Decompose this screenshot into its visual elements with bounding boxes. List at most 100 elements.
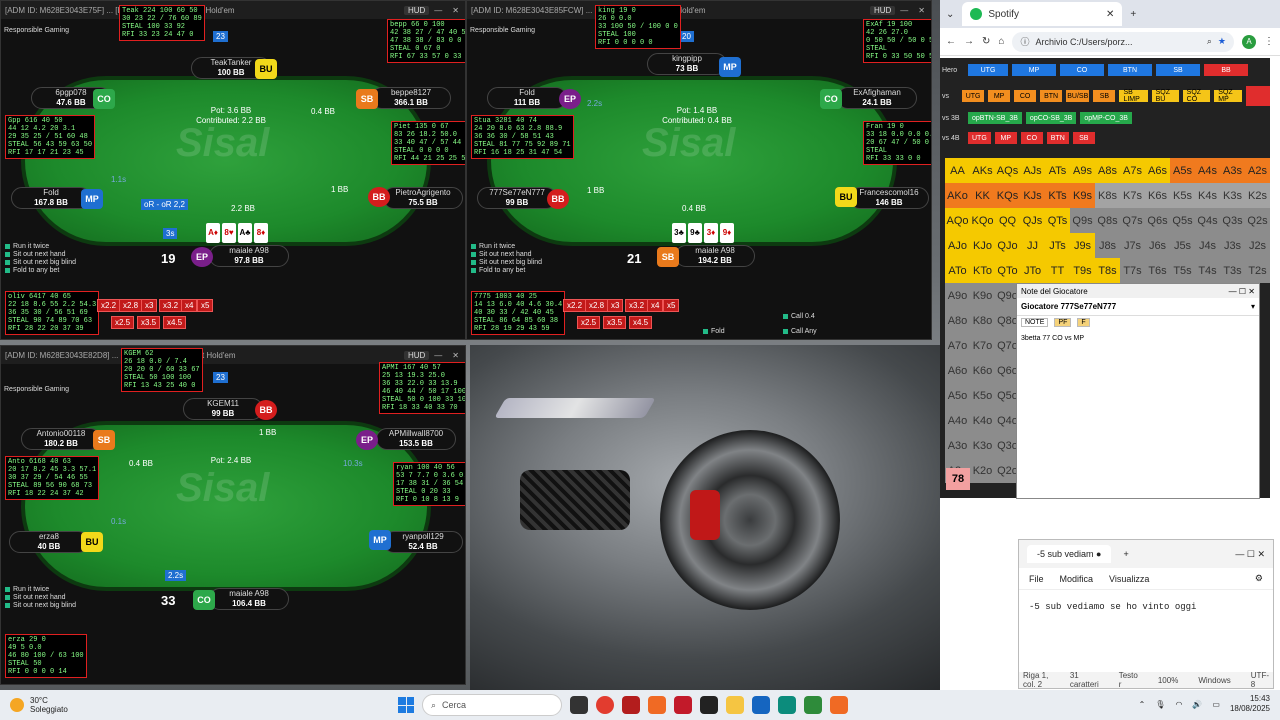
vs4b-button[interactable]: UTG (968, 132, 991, 144)
hand-cell[interactable]: A8o (945, 308, 970, 333)
sizing-button[interactable]: x4 (647, 299, 664, 312)
hand-cell[interactable]: A3s (1220, 158, 1245, 183)
mic-icon[interactable]: 🎙 (1155, 700, 1165, 709)
player-seat[interactable]: APMillwall8700 153.5 BB (376, 428, 456, 450)
player-notes-window[interactable]: Note del Giocatore — ☐ ✕ Giocatore 777Se7… (1016, 283, 1260, 499)
sizing-button[interactable]: x5 (663, 299, 680, 312)
menu-file[interactable]: File (1029, 574, 1044, 584)
hand-cell[interactable]: Q9s (1070, 208, 1095, 233)
hand-cell[interactable]: K7o (970, 333, 995, 358)
close-icon[interactable]: ✕ (452, 6, 459, 15)
table-titlebar[interactable]: [ADM ID: M628E3043E75F] ... [HHK]Hybris … (1, 1, 465, 19)
hud-stats[interactable]: Gpp 616 40 50 44 12 4.2 20 3.1 29 35 25 … (5, 115, 96, 159)
hand-cell[interactable]: QJs (1020, 208, 1045, 233)
table-options[interactable]: Run it twice Sit out next hand Sit out nex… (471, 243, 542, 275)
hand-cell[interactable]: J5s (1170, 233, 1195, 258)
close-icon[interactable]: ✕ (1248, 287, 1255, 296)
hand-cell[interactable]: A8s (1095, 158, 1120, 183)
hand-cell[interactable]: K5s (1170, 183, 1195, 208)
tab-pf[interactable]: PF (1054, 318, 1072, 327)
hand-cell[interactable]: A7o (945, 333, 970, 358)
hand-cell[interactable]: K4o (970, 408, 995, 433)
hand-cell[interactable]: A9s (1070, 158, 1095, 183)
sizing-button[interactable]: x2.2 (97, 299, 121, 312)
hand-cell[interactable]: K2o (970, 458, 995, 483)
hand-cell[interactable]: AJs (1020, 158, 1045, 183)
hand-cell[interactable]: KJs (1020, 183, 1045, 208)
responsible-gaming-link[interactable]: Responsible Gaming (4, 386, 69, 393)
hand-cell[interactable]: J2s (1245, 233, 1270, 258)
hand-cell[interactable]: A5s (1170, 158, 1195, 183)
address-bar[interactable]: ⓘ Archivio C:/Users/porz... ⌕ ★ (1012, 31, 1234, 52)
hud-stats[interactable]: 7775 1803 40 25 14 13 6.0 40 4.6 30.4 40… (471, 291, 566, 335)
hand-cell[interactable]: K5o (970, 383, 995, 408)
hand-cell[interactable]: T3s (1220, 258, 1245, 283)
sizing-button[interactable]: x2.2 (563, 299, 587, 312)
hud-stats[interactable]: oliv 6417 40 65 22 18 8.6 55 2.2 54.3 36… (5, 291, 100, 335)
hud-stats[interactable]: Piet 135 0 67 83 26 18.2 50.0 33 40 47 /… (391, 121, 465, 165)
vs-button[interactable]: SQZ BU (1151, 89, 1179, 103)
hand-cell[interactable]: AJo (945, 233, 970, 258)
player-seat[interactable]: Fold 111 BB (487, 87, 567, 109)
settings-icon[interactable]: ⚙ (1255, 573, 1263, 584)
hand-cell[interactable]: K9o (970, 283, 995, 308)
hand-cell[interactable]: A3o (945, 433, 970, 458)
hand-cell[interactable]: Q6s (1145, 208, 1170, 233)
poker-app-icon[interactable] (622, 696, 640, 714)
hud-tag[interactable]: HUD (403, 5, 430, 15)
responsible-gaming-link[interactable]: Responsible Gaming (470, 27, 535, 34)
position-button[interactable]: UTG (968, 64, 1008, 76)
brave-icon[interactable] (648, 696, 666, 714)
hero-seat[interactable]: maiale A98 106.4 BB (209, 588, 289, 610)
task-view-icon[interactable] (570, 696, 588, 714)
hand-cell[interactable]: Q4s (1195, 208, 1220, 233)
chevron-up-icon[interactable]: ⌃ (1139, 700, 1146, 709)
wifi-icon[interactable]: ◠ (1175, 700, 1182, 709)
player-seat[interactable]: Fold 167.8 BB (11, 187, 91, 209)
notes-titlebar[interactable]: Note del Giocatore — ☐ ✕ (1017, 284, 1259, 298)
sizing-button[interactable]: x5 (197, 299, 214, 312)
tab-list-icon[interactable]: ⌄ (946, 9, 954, 20)
hand-cell[interactable]: A4o (945, 408, 970, 433)
position-button[interactable]: CO (1060, 64, 1104, 76)
sizing-button[interactable]: x3.5 (603, 316, 627, 329)
hud-stats[interactable]: KGEM 62 26 18 0.0 / 7.4 20 20 0 / 60 33 … (121, 348, 203, 392)
hand-cell[interactable]: J6s (1145, 233, 1170, 258)
vs3b-button[interactable]: opMP-CO_3B (1080, 112, 1132, 124)
hud-stats[interactable]: APMI 167 40 57 25 13 19.3 25.0 36 33 22.… (379, 362, 465, 414)
file-explorer-icon[interactable] (726, 696, 744, 714)
player-seat[interactable]: 777Se77eN777 99 BB (477, 187, 557, 209)
vs4b-button[interactable]: SB (1072, 132, 1095, 144)
hand-cell[interactable]: A7s (1120, 158, 1145, 183)
close-icon[interactable]: ✕ (452, 351, 459, 360)
hand-cell[interactable]: K6s (1145, 183, 1170, 208)
position-button[interactable]: BTN (1108, 64, 1152, 76)
sizing-button[interactable]: x4.5 (629, 316, 653, 329)
chrome-icon[interactable] (596, 696, 614, 714)
position-button[interactable]: MP (1012, 64, 1056, 76)
hand-cell[interactable]: K7s (1120, 183, 1145, 208)
hand-cell[interactable]: J3s (1220, 233, 1245, 258)
hand-cell[interactable]: QTo (995, 258, 1020, 283)
vs-button[interactable]: SB (1093, 90, 1116, 102)
vs-button[interactable]: BTN (1040, 90, 1063, 102)
clock[interactable]: 15:43 18/08/2025 (1230, 694, 1270, 714)
app-icon[interactable] (778, 696, 796, 714)
hand-cell[interactable]: Q7s (1120, 208, 1145, 233)
poker-table-window-3[interactable]: [ADM ID: M628E3043E82D8] ... OF]Miriam I… (0, 345, 466, 685)
reload-icon[interactable]: ↻ (982, 36, 990, 47)
dropdown-icon[interactable]: ▾ (1251, 302, 1255, 311)
notepad-tab[interactable]: -5 sub vediam ● (1027, 545, 1112, 563)
vs4b-button[interactable]: MP (994, 132, 1017, 144)
hand-cell[interactable]: AKs (970, 158, 995, 183)
hand-cell[interactable]: T8s (1095, 258, 1120, 283)
vs-button[interactable]: CO (1014, 90, 1037, 102)
hand-cell[interactable]: T6s (1145, 258, 1170, 283)
hand-cell[interactable]: JJ (1020, 233, 1045, 258)
hand-cell[interactable]: ATo (945, 258, 970, 283)
player-seat[interactable]: beppe8127 366.1 BB (371, 87, 451, 109)
minimize-icon[interactable]: — (1229, 287, 1237, 296)
minimize-icon[interactable]: — (434, 351, 442, 360)
sizing-button[interactable]: x3.2 (625, 299, 649, 312)
windows-start-icon[interactable] (398, 697, 414, 713)
